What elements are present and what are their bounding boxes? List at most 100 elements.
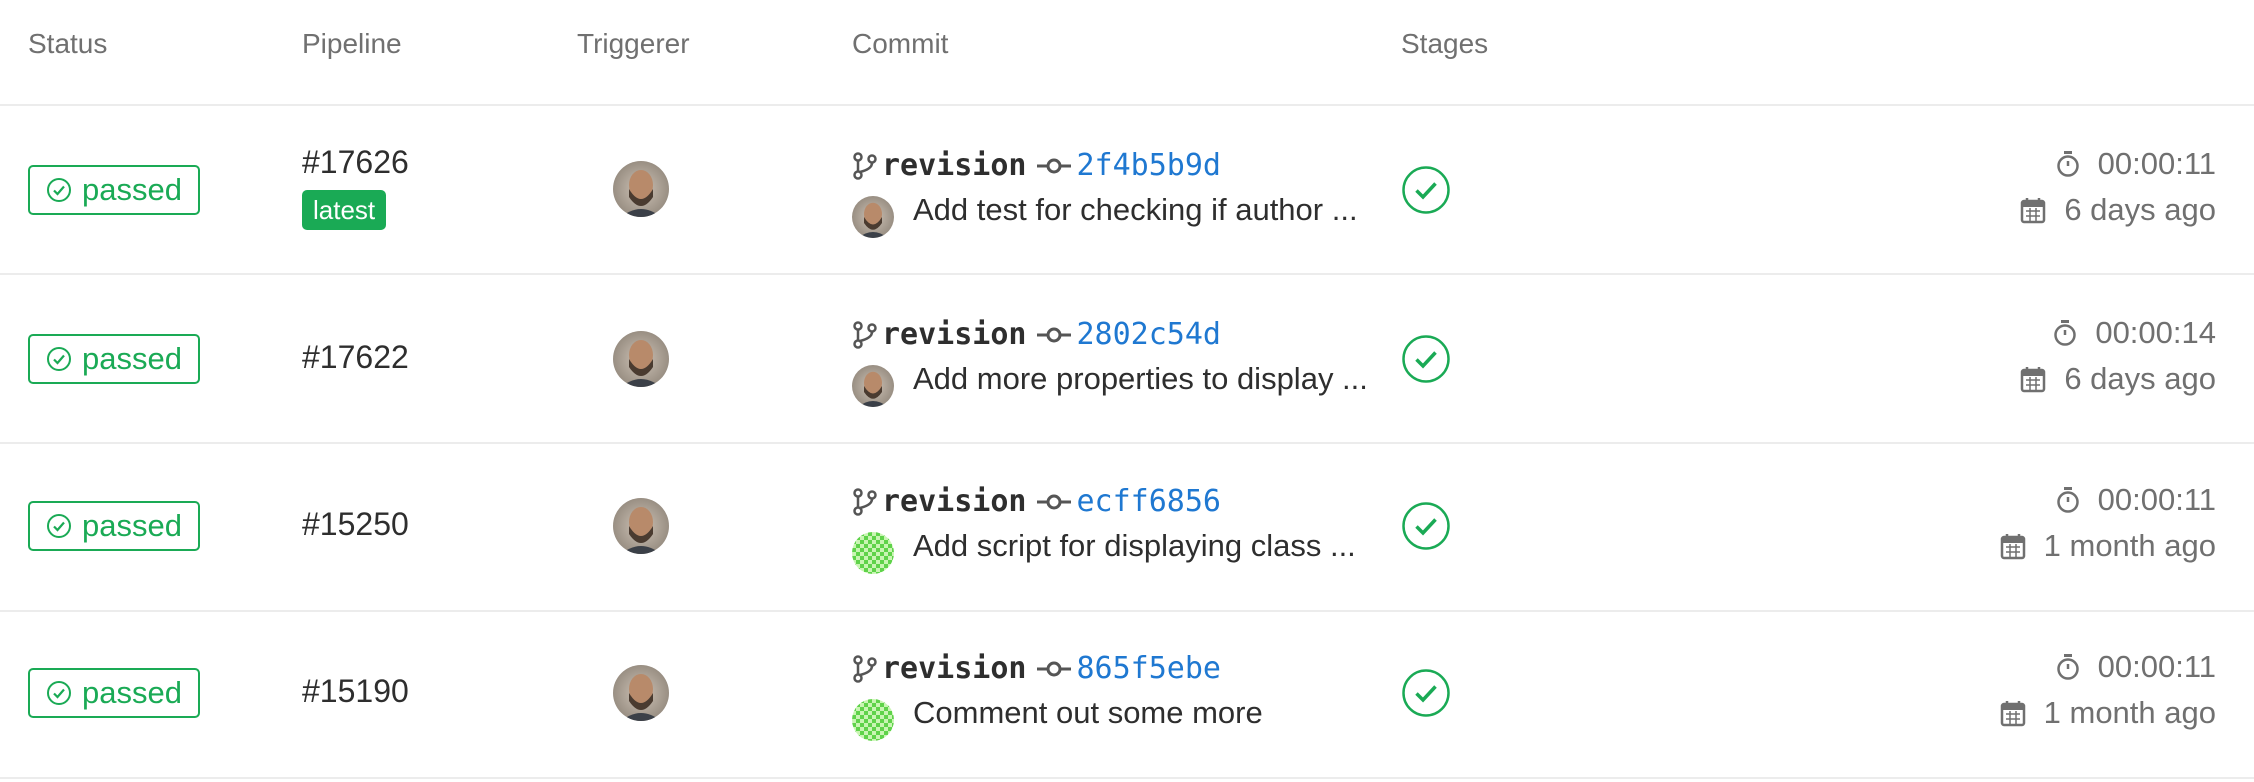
branch-link[interactable]: revision bbox=[882, 317, 1027, 352]
table-row: passed #15190 revision 865f5ebe Comment … bbox=[0, 610, 2254, 779]
pipeline-id-link[interactable]: #17626 bbox=[302, 144, 409, 181]
pipeline-id-link[interactable]: #17622 bbox=[302, 339, 409, 376]
commit-ref: revision 865f5ebe bbox=[852, 651, 1221, 686]
commit-author-avatar bbox=[852, 365, 894, 407]
table-header: Status Pipeline Triggerer Commit Stages bbox=[0, 0, 2254, 106]
commit-title-link[interactable]: Add more properties to display ... bbox=[913, 361, 1368, 397]
user-avatar-image bbox=[613, 161, 669, 217]
user-avatar-image bbox=[613, 331, 669, 387]
branch-link[interactable]: revision bbox=[882, 484, 1027, 519]
status-badge[interactable]: passed bbox=[28, 668, 200, 718]
calendar-icon bbox=[2000, 532, 2026, 560]
status-badge[interactable]: passed bbox=[28, 165, 200, 215]
pipeline-duration: 00:00:11 bbox=[2056, 482, 2216, 518]
branch-icon bbox=[853, 320, 877, 349]
commit-author-avatar bbox=[852, 699, 894, 741]
triggerer-avatar[interactable] bbox=[613, 161, 669, 217]
stage-success-icon bbox=[1402, 166, 1450, 214]
status-success-icon bbox=[47, 514, 71, 538]
user-avatar-image bbox=[852, 196, 894, 238]
commit-icon bbox=[1036, 661, 1071, 676]
calendar-icon bbox=[2020, 196, 2046, 224]
branch-icon bbox=[853, 151, 877, 180]
status-label: passed bbox=[82, 675, 182, 710]
commit-ref: revision 2802c54d bbox=[852, 317, 1221, 352]
commit-icon bbox=[1036, 327, 1071, 342]
timer-icon bbox=[2056, 486, 2080, 514]
status-success-icon bbox=[47, 178, 71, 202]
timer-icon bbox=[2053, 319, 2077, 347]
triggerer-avatar[interactable] bbox=[613, 331, 669, 387]
commit-author-avatar bbox=[852, 532, 894, 574]
identicon-avatar-image bbox=[852, 532, 894, 574]
finished-text: 6 days ago bbox=[2064, 361, 2216, 396]
finished-text: 1 month ago bbox=[2043, 528, 2216, 563]
timer-icon bbox=[2056, 653, 2080, 681]
pipeline-finished-at: 6 days ago bbox=[2020, 361, 2216, 397]
branch-link[interactable]: revision bbox=[882, 148, 1027, 183]
status-label: passed bbox=[82, 172, 182, 207]
header-pipeline: Pipeline bbox=[302, 28, 402, 59]
stage-success-button[interactable] bbox=[1401, 501, 1451, 556]
commit-sha-link[interactable]: ecff6856 bbox=[1077, 484, 1222, 519]
identicon-avatar-image bbox=[852, 699, 894, 741]
status-label: passed bbox=[82, 508, 182, 543]
commit-author-avatar bbox=[852, 196, 894, 238]
pipeline-finished-at: 1 month ago bbox=[2000, 695, 2216, 731]
pipeline-id-link[interactable]: #15250 bbox=[302, 506, 409, 543]
stage-success-icon bbox=[1402, 502, 1450, 550]
header-stages: Stages bbox=[1401, 28, 1489, 59]
triggerer-avatar[interactable] bbox=[613, 498, 669, 554]
status-badge[interactable]: passed bbox=[28, 501, 200, 551]
branch-link[interactable]: revision bbox=[882, 651, 1027, 686]
user-avatar-image bbox=[613, 498, 669, 554]
header-status: Status bbox=[28, 28, 108, 59]
user-avatar-image bbox=[852, 365, 894, 407]
pipeline-finished-at: 1 month ago bbox=[2000, 528, 2216, 564]
status-badge[interactable]: passed bbox=[28, 334, 200, 384]
stage-success-icon bbox=[1402, 669, 1450, 717]
finished-text: 1 month ago bbox=[2043, 695, 2216, 730]
commit-sha-link[interactable]: 865f5ebe bbox=[1077, 651, 1222, 686]
duration-text: 00:00:11 bbox=[2097, 482, 2216, 517]
pipeline-duration: 00:00:11 bbox=[2056, 649, 2216, 685]
commit-title-link[interactable]: Comment out some more bbox=[913, 695, 1263, 731]
pipeline-finished-at: 6 days ago bbox=[2020, 192, 2216, 228]
commit-sha-link[interactable]: 2f4b5b9d bbox=[1077, 148, 1222, 183]
status-label: passed bbox=[82, 341, 182, 376]
stage-success-icon bbox=[1402, 335, 1450, 383]
pipeline-id-link[interactable]: #15190 bbox=[302, 673, 409, 710]
stage-success-button[interactable] bbox=[1401, 334, 1451, 389]
commit-title-link[interactable]: Add test for checking if author ... bbox=[913, 192, 1358, 228]
status-success-icon bbox=[47, 347, 71, 371]
stage-success-button[interactable] bbox=[1401, 668, 1451, 723]
header-commit: Commit bbox=[852, 28, 949, 59]
commit-ref: revision ecff6856 bbox=[852, 484, 1221, 519]
finished-text: 6 days ago bbox=[2064, 192, 2216, 227]
branch-icon bbox=[853, 654, 877, 683]
table-row: passed #15250 revision ecff6856 Add scri… bbox=[0, 443, 2254, 612]
commit-icon bbox=[1036, 158, 1071, 173]
table-row: passed #17626 latest revision 2f4b5b9d A… bbox=[0, 106, 2254, 275]
header-triggerer: Triggerer bbox=[577, 28, 690, 59]
timer-icon bbox=[2056, 150, 2080, 178]
calendar-icon bbox=[2000, 699, 2026, 727]
pipeline-duration: 00:00:11 bbox=[2056, 146, 2216, 182]
commit-sha-link[interactable]: 2802c54d bbox=[1077, 317, 1222, 352]
status-success-icon bbox=[47, 681, 71, 705]
stage-success-button[interactable] bbox=[1401, 165, 1451, 220]
duration-text: 00:00:11 bbox=[2097, 649, 2216, 684]
duration-text: 00:00:14 bbox=[2095, 315, 2216, 350]
latest-badge: latest bbox=[302, 190, 387, 230]
table-row: passed #17622 revision 2802c54d Add more… bbox=[0, 275, 2254, 444]
branch-icon bbox=[853, 487, 877, 516]
commit-title-link[interactable]: Add script for displaying class ... bbox=[913, 528, 1356, 564]
user-avatar-image bbox=[613, 665, 669, 721]
duration-text: 00:00:11 bbox=[2097, 146, 2216, 181]
calendar-icon bbox=[2020, 365, 2046, 393]
triggerer-avatar[interactable] bbox=[613, 665, 669, 721]
pipelines-table: Status Pipeline Triggerer Commit Stages … bbox=[0, 0, 2254, 782]
commit-icon bbox=[1036, 494, 1071, 509]
commit-ref: revision 2f4b5b9d bbox=[852, 148, 1221, 183]
pipeline-duration: 00:00:14 bbox=[2053, 315, 2216, 351]
